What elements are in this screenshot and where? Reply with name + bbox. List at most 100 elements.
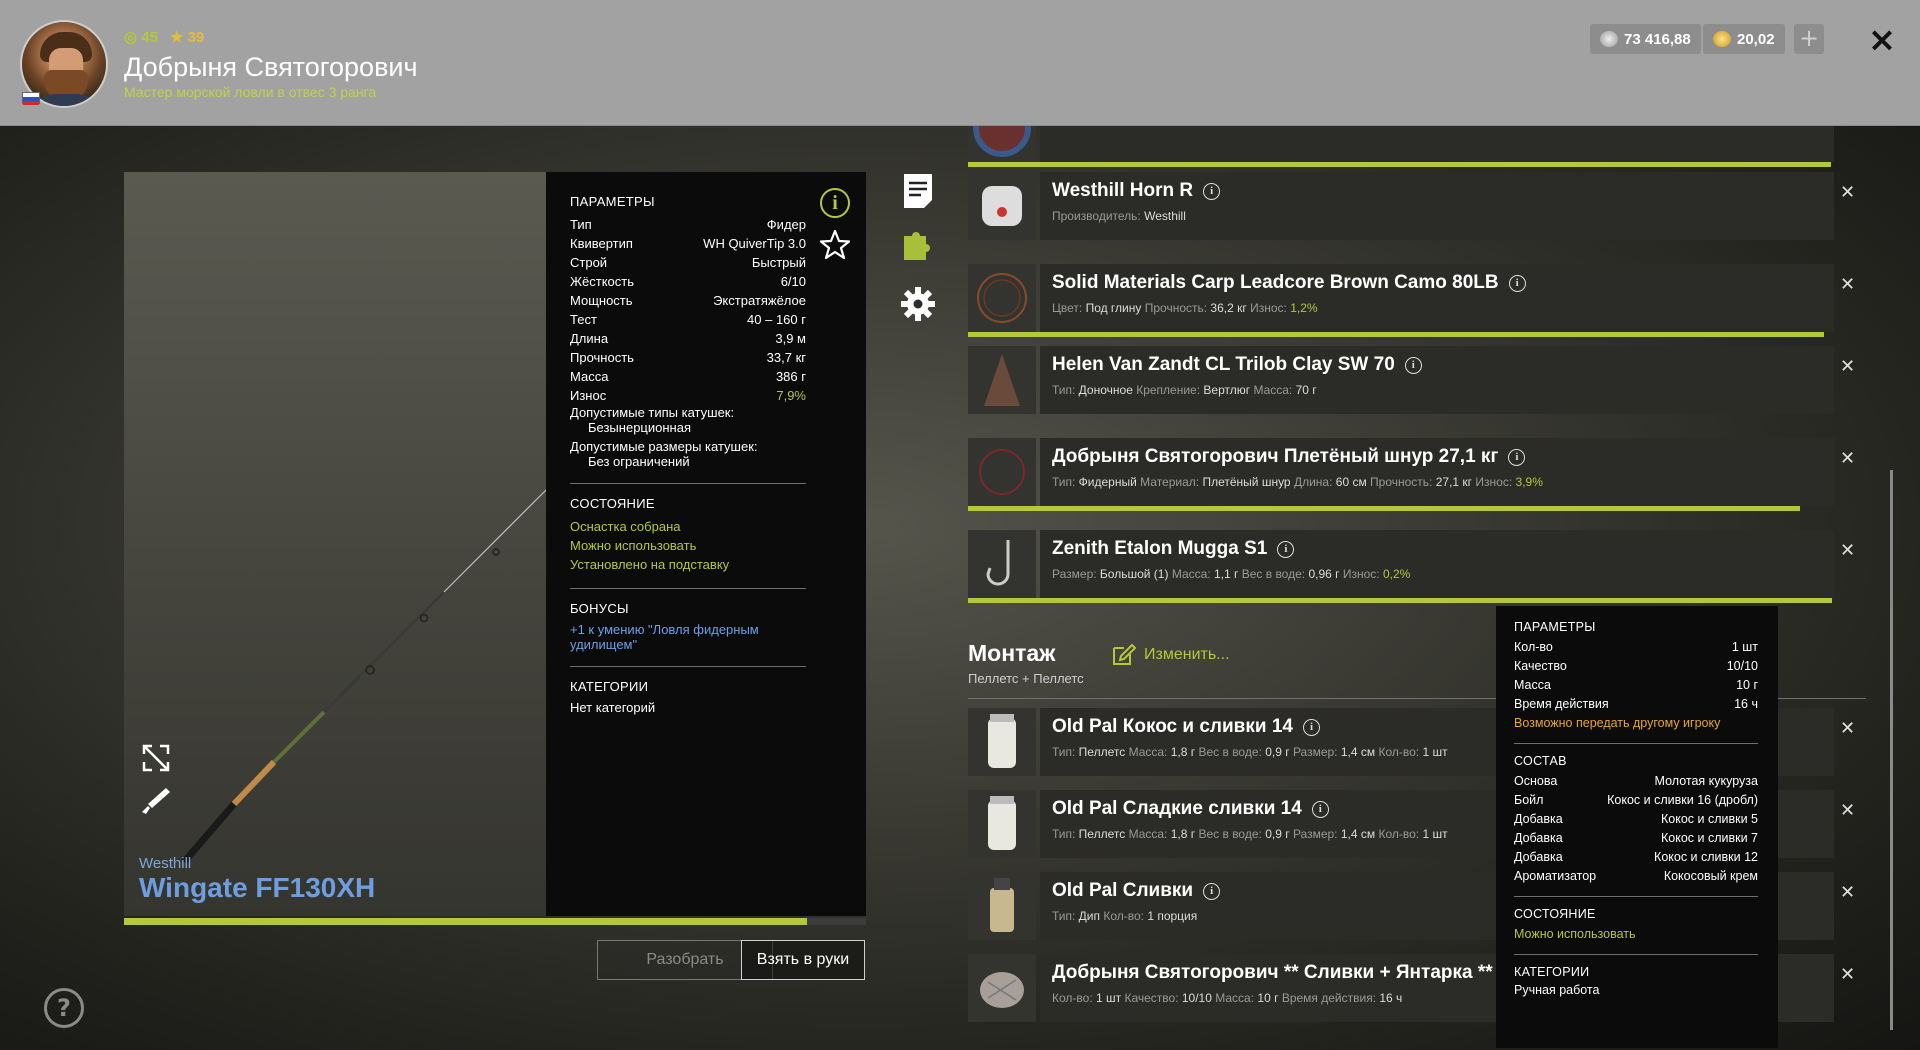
param-row: Прочность 33,7 кг	[570, 348, 806, 367]
prop-key: Износ:	[1342, 567, 1383, 581]
remove-icon[interactable]: ✕	[1840, 274, 1855, 295]
tackle-item-props: Размер: Большой (1) Масса: 1,1 г Вес в в…	[1052, 567, 1822, 581]
rank-badge: ★ 39	[169, 29, 205, 46]
buy-gold-button[interactable]: +	[1794, 24, 1824, 54]
tooltip-categories-value: Ручная работа	[1514, 983, 1600, 997]
categories-value: Нет категорий	[570, 700, 656, 715]
remove-icon[interactable]: ✕	[1840, 882, 1855, 903]
info-icon[interactable]: i	[1302, 718, 1320, 736]
param-key: Износ	[570, 388, 607, 403]
prop-value: 0,9 г	[1265, 745, 1290, 759]
prop-key: Тип:	[1052, 475, 1079, 489]
prop-value: Пеллетс	[1078, 827, 1126, 841]
tackle-item-line[interactable]: Длина: 1200 м Диаметр: 0,44 мм Прочность…	[968, 126, 1868, 167]
divider	[570, 666, 806, 667]
scrollbar[interactable]	[1890, 470, 1893, 1030]
player-name: Добрыня Святогорович	[124, 52, 418, 82]
russia-flag-icon	[22, 92, 40, 105]
tackle-item-hook[interactable]: Zenith Etalon Mugga S1 i Размер: Большой …	[968, 530, 1868, 603]
remove-icon[interactable]: ✕	[1840, 182, 1855, 203]
reel-types-value: Безынерционная	[588, 420, 691, 435]
rod-name: Wingate FF130XH	[139, 872, 376, 903]
wear-bar	[968, 332, 1824, 337]
sinker-thumbnail	[968, 346, 1036, 414]
paint-brush-icon[interactable]	[140, 784, 172, 816]
param-value: 386 г	[775, 369, 806, 384]
tackle-item-name: Добрыня Святогорович Плетёный шнур 27,1 …	[1052, 446, 1822, 468]
prop-value: 1 шт	[1422, 827, 1448, 841]
remove-icon[interactable]: ✕	[1840, 718, 1855, 739]
gear-icon[interactable]	[900, 286, 936, 322]
remove-icon[interactable]: ✕	[1840, 964, 1855, 985]
state-usable: Можно использовать	[570, 538, 697, 553]
info-icon[interactable]: i	[1508, 274, 1526, 292]
help-icon[interactable]: ?	[44, 988, 84, 1028]
param-row: Добавка Кокос и сливки 7	[1514, 829, 1758, 848]
prop-value: Доночное	[1078, 383, 1133, 397]
prop-key: Кол-во:	[1378, 827, 1423, 841]
prop-value: 1,8 г	[1170, 827, 1196, 841]
info-icon[interactable]: i	[820, 188, 850, 218]
tackle-item-sinker[interactable]: Helen Van Zandt CL Trilob Clay SW 70 i Ти…	[968, 346, 1868, 414]
prop-key: Размер:	[1292, 745, 1341, 759]
param-value: 7,9%	[776, 388, 806, 403]
prop-key: Цвет:	[1052, 301, 1086, 315]
remove-icon[interactable]: ✕	[1840, 540, 1855, 561]
montage-title: Монтаж	[968, 640, 1056, 666]
info-icon[interactable]: i	[1203, 182, 1221, 200]
remove-icon[interactable]: ✕	[1840, 448, 1855, 469]
tackle-item-body: Solid Materials Carp Leadcore Brown Camo…	[1040, 264, 1834, 332]
tooltip-composition-title: СОСТАВ	[1514, 754, 1567, 768]
notes-icon[interactable]	[900, 172, 936, 208]
prop-value: Westhill	[1144, 209, 1186, 223]
divider	[570, 588, 806, 589]
gold-coin-icon	[1713, 31, 1731, 47]
level-badge: ◎ 45	[124, 29, 158, 46]
prop-key: Прочность:	[1144, 301, 1211, 315]
info-icon[interactable]: i	[1277, 540, 1295, 558]
param-key: Длина	[570, 331, 609, 346]
prop-value: 1,4 см	[1340, 827, 1376, 841]
reel-types-label: Допустимые типы катушек:	[570, 405, 735, 420]
tackle-item-leadcore[interactable]: Solid Materials Carp Leadcore Brown Camo…	[968, 264, 1868, 337]
rod-details-panel: Westhill Wingate FF130XH ПАРАМЕТРЫ Тип Фи…	[124, 172, 866, 916]
silver-balance: 73 416,88	[1590, 24, 1701, 54]
expand-icon[interactable]	[140, 742, 172, 774]
param-key: Добавка	[1514, 850, 1563, 864]
prop-value: 1,1 г	[1213, 567, 1239, 581]
prop-key: Длина:	[1293, 475, 1336, 489]
info-icon[interactable]: i	[1404, 356, 1422, 374]
prop-key: Размер:	[1052, 567, 1100, 581]
params-list: Тип Фидер Квивертип WH QuiverTip 3.0 Строй Бы…	[570, 215, 844, 405]
param-key: Мощность	[570, 293, 633, 308]
prop-key: Тип:	[1052, 383, 1079, 397]
tooltip-state: Можно использовать	[1514, 927, 1636, 941]
param-value: 33,7 кг	[766, 350, 806, 365]
prop-key: Качество:	[1124, 991, 1182, 1005]
puzzle-icon[interactable]	[900, 226, 936, 262]
param-value: Кокос и сливки 7	[1660, 831, 1758, 845]
favorite-star-icon[interactable]	[818, 228, 852, 262]
reel-sizes-label: Допустимые размеры катушек:	[570, 439, 758, 454]
prop-value: Фидерный	[1078, 475, 1137, 489]
info-icon[interactable]: i	[1203, 882, 1221, 900]
prop-key: Материал:	[1140, 475, 1203, 489]
rod-wear-fill	[124, 918, 808, 925]
param-row: Жёсткость 6/10	[570, 272, 806, 291]
take-in-hands-button[interactable]: Взять в руки	[741, 940, 865, 980]
tackle-item-body: Zenith Etalon Mugga S1 i Размер: Большой …	[1040, 530, 1834, 598]
tackle-item-braid[interactable]: Добрыня Святогорович Плетёный шнур 27,1 …	[968, 438, 1868, 511]
info-icon[interactable]: i	[1508, 448, 1526, 466]
close-button[interactable]: ×	[1864, 20, 1900, 60]
param-row: Строй Быстрый	[570, 253, 806, 272]
dip-bottle-thumbnail	[968, 872, 1036, 940]
remove-icon[interactable]: ✕	[1840, 356, 1855, 377]
tackle-item-bite-alarm[interactable]: Westhill Horn Ri Производитель: Westhill…	[968, 172, 1868, 240]
param-row: Масса 10 г	[1514, 676, 1758, 695]
edit-montage-link[interactable]: Изменить...	[1112, 644, 1230, 666]
remove-icon[interactable]: ✕	[1840, 800, 1855, 821]
profile-header: ◎ 45 ★ 39 Добрыня Святогорович Мастер мо…	[0, 0, 1920, 126]
tackle-item-props: Тип: Фидерный Материал: Плетёный шнур Дл…	[1052, 475, 1822, 489]
bonus-value: +1 к умению "Ловля фидерным удилищем"	[570, 622, 759, 652]
info-icon[interactable]: i	[1311, 800, 1329, 818]
